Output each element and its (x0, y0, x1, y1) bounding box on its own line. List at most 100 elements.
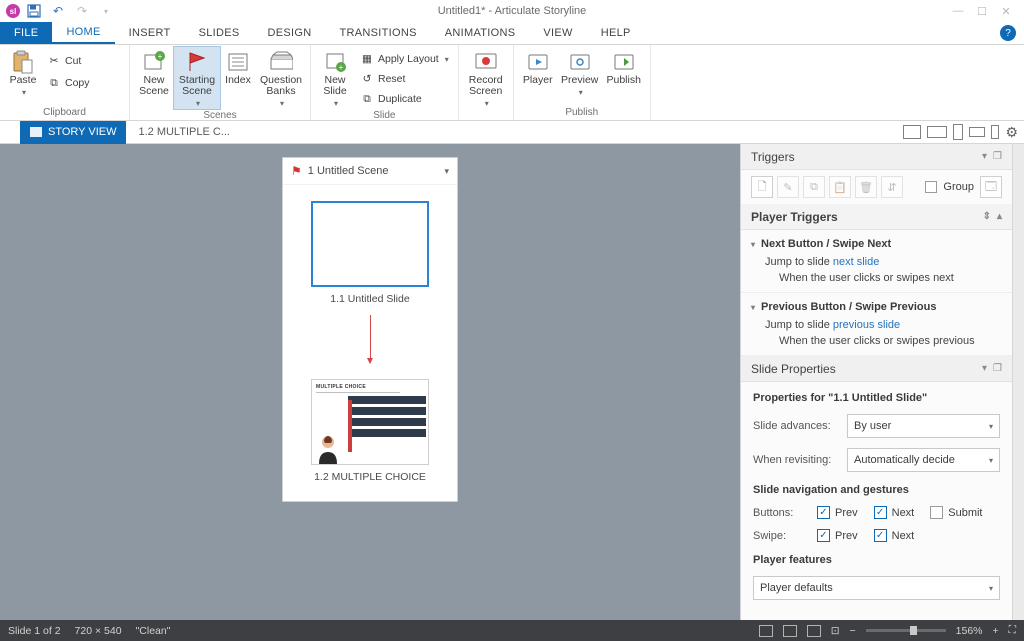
buttons-prev-checkbox[interactable]: ✓ (817, 506, 830, 519)
link-next-when[interactable]: user clicks or swipes (829, 272, 930, 284)
tab-slides[interactable]: SLIDES (185, 22, 254, 44)
story-canvas[interactable]: ⚑ 1 Untitled Scene ▾ 1.1 Untitled Slide … (0, 144, 740, 620)
new-slide-button[interactable]: + New Slide ▾ (315, 47, 355, 109)
buttons-next-checkbox[interactable]: ✓ (874, 506, 887, 519)
question-banks-button[interactable]: Question Banks ▾ (256, 47, 306, 109)
fullscreen-icon[interactable]: ⛶ (1009, 624, 1016, 637)
record-screen-button[interactable]: Record Screen ▾ (463, 47, 509, 109)
copy-button[interactable]: ⧉Copy (42, 73, 95, 93)
player-button[interactable]: Player (518, 47, 558, 86)
tab-slide-view[interactable]: 1.2 MULTIPLE C... (126, 126, 242, 138)
tab-insert[interactable]: INSERT (115, 22, 185, 44)
panel-chevron-icon[interactable]: ▾ (982, 151, 987, 162)
publish-button[interactable]: Publish (602, 47, 646, 86)
player-features-select[interactable]: Player defaults▾ (753, 576, 1000, 600)
device-tablet-landscape-icon[interactable] (927, 126, 947, 138)
status-bar: Slide 1 of 2 720 × 540 "Clean" ⊡ − 156% … (0, 620, 1024, 641)
qat-dropdown[interactable]: ▾ (96, 1, 116, 21)
trigger-new-button[interactable]: 🗋 (751, 176, 773, 198)
link-next-dir[interactable]: next (933, 272, 954, 284)
panel-scrollbar[interactable] (1012, 144, 1024, 620)
when-revisiting-select[interactable]: Automatically decide▾ (847, 448, 1000, 472)
panel-popout-icon[interactable]: ❐ (993, 151, 1002, 162)
trigger-next-block[interactable]: ▾Next Button / Swipe Next Jump to slide … (741, 230, 1012, 293)
duplicate-button[interactable]: ⧉Duplicate (355, 89, 454, 109)
slide-advances-select[interactable]: By user▾ (847, 414, 1000, 438)
minimize-button[interactable]: — (946, 1, 970, 21)
slide-2-inner-title: MULTIPLE CHOICE (316, 384, 424, 390)
tab-transitions[interactable]: TRANSITIONS (326, 22, 431, 44)
sp-chevron-icon[interactable]: ▾ (982, 363, 987, 374)
device-desktop-icon[interactable] (903, 125, 921, 139)
status-view1-icon[interactable] (759, 625, 773, 637)
tab-home[interactable]: HOME (52, 22, 114, 44)
player-triggers-title: Player Triggers (751, 210, 838, 224)
status-view2-icon[interactable] (783, 625, 797, 637)
cut-button[interactable]: ✂Cut (42, 51, 95, 71)
link-prev-dir[interactable]: previous (933, 335, 975, 347)
zoom-in-button[interactable]: + (993, 625, 999, 637)
sp-popout-icon[interactable]: ❐ (993, 363, 1002, 374)
link-prev-slide[interactable]: previous slide (833, 319, 900, 331)
maximize-button[interactable]: ☐ (970, 1, 994, 21)
zoom-out-button[interactable]: − (850, 625, 856, 637)
apply-layout-button[interactable]: ▦Apply Layout▾ (355, 49, 454, 69)
pt-expand-icon[interactable]: ⇕ (983, 211, 991, 222)
trigger-vars-button[interactable]: 🗔 (980, 176, 1002, 198)
cut-label: Cut (65, 55, 81, 67)
tab-story-view[interactable]: STORY VIEW (20, 121, 126, 144)
trigger-edit-button[interactable]: ✎ (777, 176, 799, 198)
fit-icon[interactable]: ⊡ (831, 625, 840, 637)
swipe-next-checkbox[interactable]: ✓ (874, 529, 887, 542)
status-view3-icon[interactable] (807, 625, 821, 637)
device-settings-icon[interactable]: ⚙ (1005, 124, 1018, 141)
slide-thumb-2[interactable]: MULTIPLE CHOICE (311, 379, 429, 465)
new-scene-button[interactable]: + New Scene (134, 47, 174, 97)
story-view-icon (30, 127, 42, 137)
preview-button[interactable]: Preview ▾ (558, 47, 602, 98)
trigger-copy-button[interactable]: ⧉ (803, 176, 825, 198)
help-icon[interactable]: ? (1000, 25, 1016, 41)
story-view-label: STORY VIEW (48, 126, 116, 138)
qat-redo-icon[interactable]: ↷ (72, 1, 92, 21)
group-checkbox[interactable] (925, 181, 937, 193)
trigger-prev-block[interactable]: ▾Previous Button / Swipe Previous Jump t… (741, 293, 1012, 356)
scene-dropdown[interactable]: ▾ (444, 166, 449, 177)
tab-view[interactable]: VIEW (529, 22, 586, 44)
tab-help[interactable]: HELP (587, 22, 645, 44)
device-phone-landscape-icon[interactable] (969, 127, 985, 137)
ribbon: Paste ▾ ✂Cut ⧉Copy Clipboard + New Scene… (0, 45, 1024, 121)
group-label: Group (943, 181, 974, 193)
trigger-reorder-button[interactable]: ⇵ (881, 176, 903, 198)
buttons-label: Buttons: (753, 507, 801, 519)
scene-title: 1 Untitled Scene (308, 165, 389, 177)
pt-up-icon[interactable]: ▴ (997, 211, 1002, 222)
qat-undo-icon[interactable]: ↶ (48, 1, 68, 21)
buttons-submit-checkbox[interactable] (930, 506, 943, 519)
zoom-slider[interactable] (866, 629, 946, 632)
tab-animations[interactable]: ANIMATIONS (431, 22, 530, 44)
flag-icon: ⚑ (291, 164, 302, 178)
question-banks-label: Question Banks (260, 75, 302, 97)
device-phone-portrait-icon[interactable] (991, 125, 999, 139)
swipe-prev-checkbox[interactable]: ✓ (817, 529, 830, 542)
nav-gestures-header: Slide navigation and gestures (753, 484, 1000, 496)
record-screen-label: Record Screen (469, 75, 503, 97)
trigger-paste-button[interactable]: 📋 (829, 176, 851, 198)
trigger-delete-button[interactable]: 🗑 (855, 176, 877, 198)
reset-button[interactable]: ↺Reset (355, 69, 454, 89)
paste-button[interactable]: Paste ▾ (4, 47, 42, 98)
duplicate-label: Duplicate (378, 93, 422, 105)
tab-file[interactable]: FILE (0, 22, 52, 44)
link-prev-when[interactable]: user clicks or swipes (829, 335, 930, 347)
app-badge: sl (6, 4, 20, 18)
close-button[interactable]: ✕ (994, 1, 1018, 21)
tab-design[interactable]: DESIGN (254, 22, 326, 44)
device-tablet-portrait-icon[interactable] (953, 124, 963, 140)
index-button[interactable]: Index (220, 47, 256, 86)
slide-thumb-1[interactable] (311, 201, 429, 287)
qat-save-icon[interactable] (24, 1, 44, 21)
link-next-slide[interactable]: next slide (833, 256, 879, 268)
starting-scene-button[interactable]: Starting Scene ▾ (174, 47, 220, 109)
scene-card[interactable]: ⚑ 1 Untitled Scene ▾ 1.1 Untitled Slide … (282, 157, 458, 502)
